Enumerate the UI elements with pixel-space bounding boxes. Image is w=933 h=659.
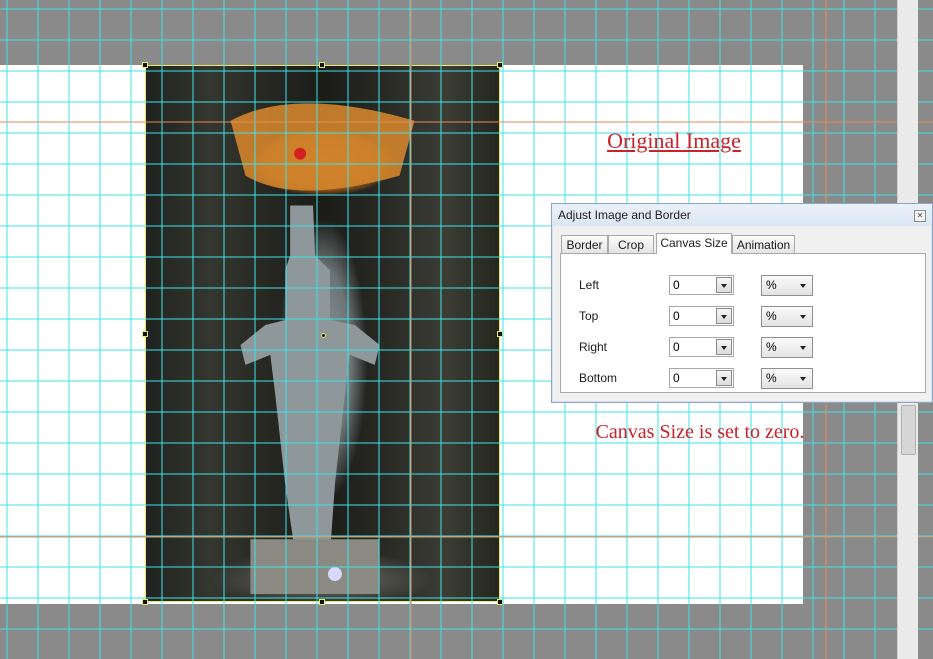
- chevron-down-icon[interactable]: [716, 370, 732, 386]
- left-value-field[interactable]: 0: [669, 275, 734, 295]
- adjust-image-border-panel: Adjust Image and Border ✕ Border Crop Ca…: [551, 203, 933, 403]
- resize-handle-left[interactable]: [142, 331, 148, 337]
- top-unit: %: [766, 309, 777, 323]
- top-unit-select[interactable]: %: [761, 306, 813, 327]
- left-unit-select[interactable]: %: [761, 275, 813, 296]
- tab-crop[interactable]: Crop: [608, 235, 654, 253]
- tab-border[interactable]: Border: [561, 235, 608, 253]
- resize-handle-top-left[interactable]: [142, 62, 148, 68]
- panel-titlebar[interactable]: Adjust Image and Border ✕: [552, 204, 932, 226]
- right-unit: %: [766, 340, 777, 354]
- panel-title: Adjust Image and Border: [558, 208, 691, 222]
- canvas-size-tab-content: Left 0 % Top 0 % Right 0 % Bottom 0 %: [560, 253, 926, 393]
- annotation-title: Original Image: [607, 128, 741, 153]
- resize-handle-bottom[interactable]: [319, 599, 325, 605]
- tab-animation[interactable]: Animation: [732, 235, 795, 253]
- resize-handle-top-right[interactable]: [497, 62, 503, 68]
- bottom-value: 0: [673, 371, 680, 385]
- bottom-label: Bottom: [579, 371, 618, 385]
- chevron-down-icon[interactable]: [716, 339, 732, 355]
- top-value: 0: [673, 309, 680, 323]
- bottom-unit-select[interactable]: %: [761, 368, 813, 389]
- chevron-down-icon[interactable]: [716, 277, 732, 293]
- rotation-center-handle[interactable]: [321, 333, 326, 338]
- close-icon[interactable]: ✕: [914, 210, 926, 222]
- scroll-thumb[interactable]: [901, 405, 916, 455]
- resize-handle-right[interactable]: [497, 331, 503, 337]
- bottom-value-field[interactable]: 0: [669, 368, 734, 388]
- right-value-field[interactable]: 0: [669, 337, 734, 357]
- resize-handle-bottom-left[interactable]: [142, 599, 148, 605]
- right-value: 0: [673, 340, 680, 354]
- tab-canvas-size[interactable]: Canvas Size: [656, 233, 732, 254]
- right-unit-select[interactable]: %: [761, 337, 813, 358]
- chevron-down-icon[interactable]: [716, 308, 732, 324]
- left-unit: %: [766, 278, 777, 292]
- annotation-note: Canvas Size is set to zero.: [595, 421, 805, 443]
- top-label: Top: [579, 309, 599, 323]
- resize-handle-bottom-right[interactable]: [497, 599, 503, 605]
- resize-handle-top[interactable]: [319, 62, 325, 68]
- top-value-field[interactable]: 0: [669, 306, 734, 326]
- selected-image[interactable]: [142, 62, 503, 605]
- left-value: 0: [673, 278, 680, 292]
- bottom-unit: %: [766, 371, 777, 385]
- right-label: Right: [579, 340, 608, 354]
- left-label: Left: [579, 278, 600, 292]
